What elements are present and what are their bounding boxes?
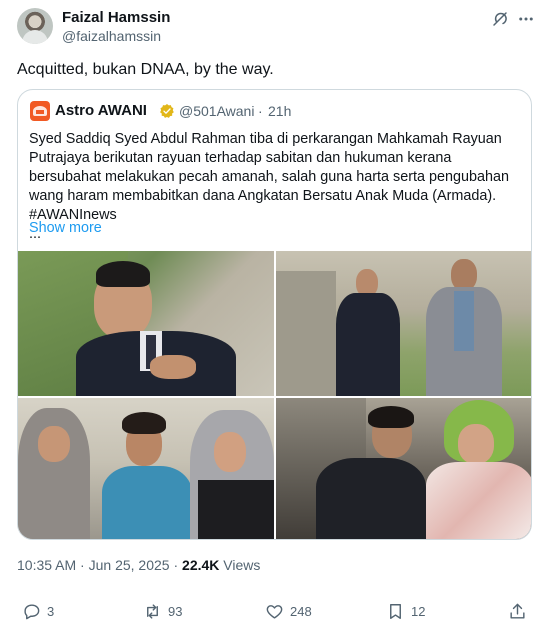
- photo-1[interactable]: [18, 251, 274, 396]
- reply-button[interactable]: 3: [22, 602, 54, 621]
- tweet-meta: 10:35 AM · Jun 25, 2025 · 22.4K Views: [17, 557, 260, 574]
- bookmark-icon: [390, 604, 401, 619]
- show-more-link[interactable]: Show more: [29, 219, 102, 237]
- meta-separator: ·: [76, 557, 89, 573]
- reply-count: 3: [47, 604, 55, 619]
- media-grid: [18, 251, 531, 539]
- reply-icon: [24, 604, 40, 620]
- share-icon: [510, 603, 525, 619]
- grok-icon[interactable]: [491, 10, 509, 28]
- views-label: Views: [219, 557, 261, 573]
- verified-icon: [160, 104, 174, 118]
- bookmark-count: 12: [411, 604, 426, 619]
- bookmark-button[interactable]: 12: [386, 602, 425, 621]
- quote-separator: ·: [258, 103, 263, 119]
- meta-separator-2: ·: [169, 557, 183, 573]
- quote-timestamp: 21h: [268, 103, 292, 119]
- tweet-time[interactable]: 10:35 AM: [17, 557, 76, 573]
- tweet-date[interactable]: Jun 25, 2025: [89, 557, 170, 573]
- quote-author-handle: @501Awani: [179, 103, 255, 119]
- views-count: 22.4K: [182, 557, 220, 573]
- share-button[interactable]: [508, 602, 527, 621]
- repost-count: 93: [168, 604, 183, 619]
- photo-3[interactable]: [18, 398, 274, 539]
- more-icon[interactable]: [516, 10, 536, 28]
- like-count: 248: [290, 604, 312, 619]
- quote-text: Syed Saddiq Syed Abdul Rahman tiba di pe…: [29, 131, 510, 242]
- like-icon: [266, 605, 283, 619]
- author-avatar[interactable]: [17, 8, 53, 44]
- tweet: Faizal Hamssin @faizalhamssin Acquitted,…: [0, 0, 549, 632]
- action-bar: 3 93 248 12: [0, 598, 549, 626]
- photo-2[interactable]: [276, 251, 531, 396]
- quoted-tweet[interactable]: Astro AWANI @501Awani · 21h Syed Saddiq …: [17, 89, 532, 540]
- tweet-text: Acquitted, bukan DNAA, by the way.: [17, 61, 274, 78]
- repost-button[interactable]: 93: [143, 602, 182, 621]
- author-handle[interactable]: @faizalhamssin: [62, 28, 161, 45]
- quote-author-name: Astro AWANI: [55, 102, 147, 119]
- like-button[interactable]: 248: [265, 602, 312, 621]
- photo-4[interactable]: [276, 398, 531, 539]
- quote-author-avatar: [30, 101, 50, 121]
- repost-icon: [147, 604, 158, 619]
- author-display-name[interactable]: Faizal Hamssin: [62, 9, 170, 27]
